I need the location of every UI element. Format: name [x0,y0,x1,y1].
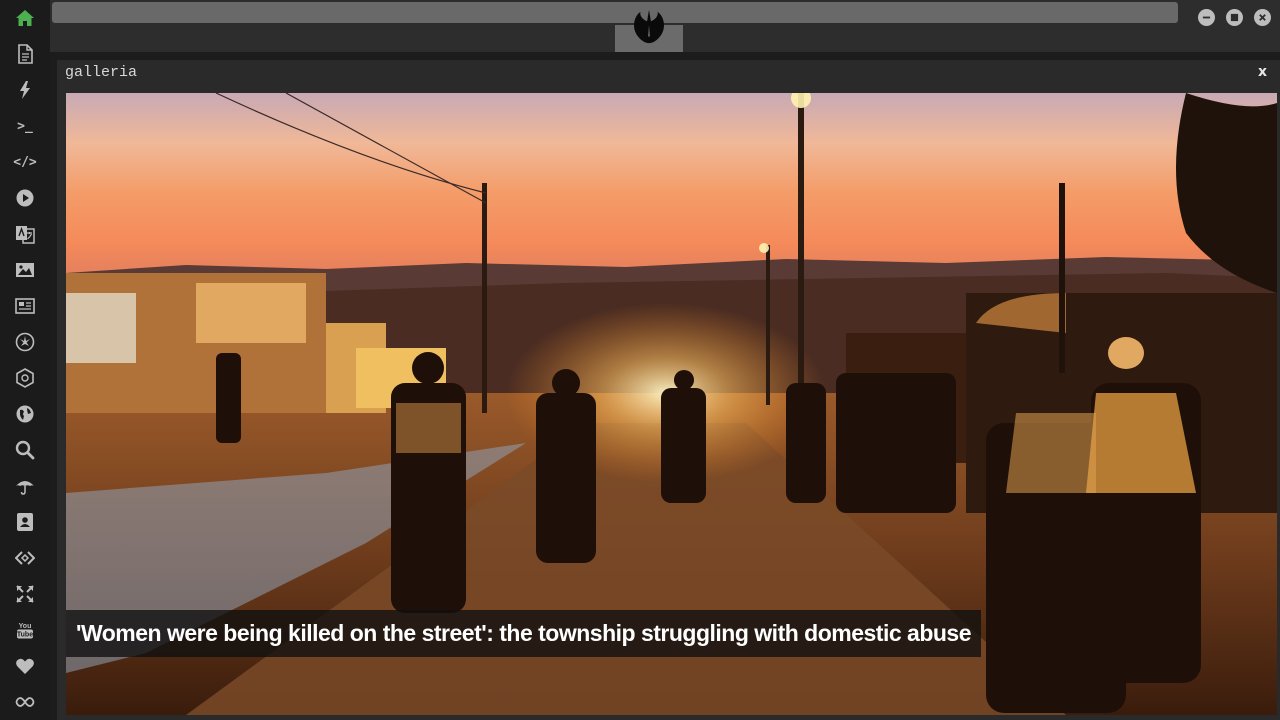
newspaper-icon[interactable] [13,294,37,318]
terminal-icon[interactable]: >_ [13,114,37,138]
play-icon[interactable] [13,186,37,210]
heart-icon[interactable] [13,654,37,678]
umbrella-icon[interactable] [13,474,37,498]
translate-icon[interactable] [13,222,37,246]
youtube-icon[interactable]: You Tube [13,618,37,642]
home-icon[interactable] [13,6,37,30]
image-icon[interactable] [13,258,37,282]
svg-text:Tube: Tube [17,632,33,639]
lightning-icon[interactable] [13,78,37,102]
empire-icon[interactable] [13,366,37,390]
search-icon[interactable] [13,438,37,462]
rebel-alliance-logo [634,9,664,44]
document-icon[interactable] [13,42,37,66]
minimize-icon [1202,16,1211,19]
code-fork-icon[interactable] [13,546,37,570]
minimize-button[interactable] [1198,9,1215,26]
infinity-icon[interactable] [13,690,37,714]
rebel-icon[interactable] [13,330,37,354]
address-bar[interactable] [52,2,1178,23]
contact-icon[interactable] [13,510,37,534]
maximize-icon [1230,13,1239,22]
close-window-button[interactable] [1254,9,1271,26]
close-icon [1259,14,1266,21]
svg-text:You: You [19,623,32,630]
maximize-button[interactable] [1226,9,1243,26]
terminal-label: >_ [17,118,33,134]
globe-icon[interactable] [13,402,37,426]
gallery-caption: 'Women were being killed on the street':… [66,610,982,657]
gallery-title: galleria [65,64,138,81]
code-icon[interactable]: </> [13,150,37,174]
gallery-close-button[interactable]: x [1258,64,1267,80]
sidebar: >_ </> You Tube [0,0,50,720]
code-label: </> [13,154,37,170]
expand-icon[interactable] [13,582,37,606]
